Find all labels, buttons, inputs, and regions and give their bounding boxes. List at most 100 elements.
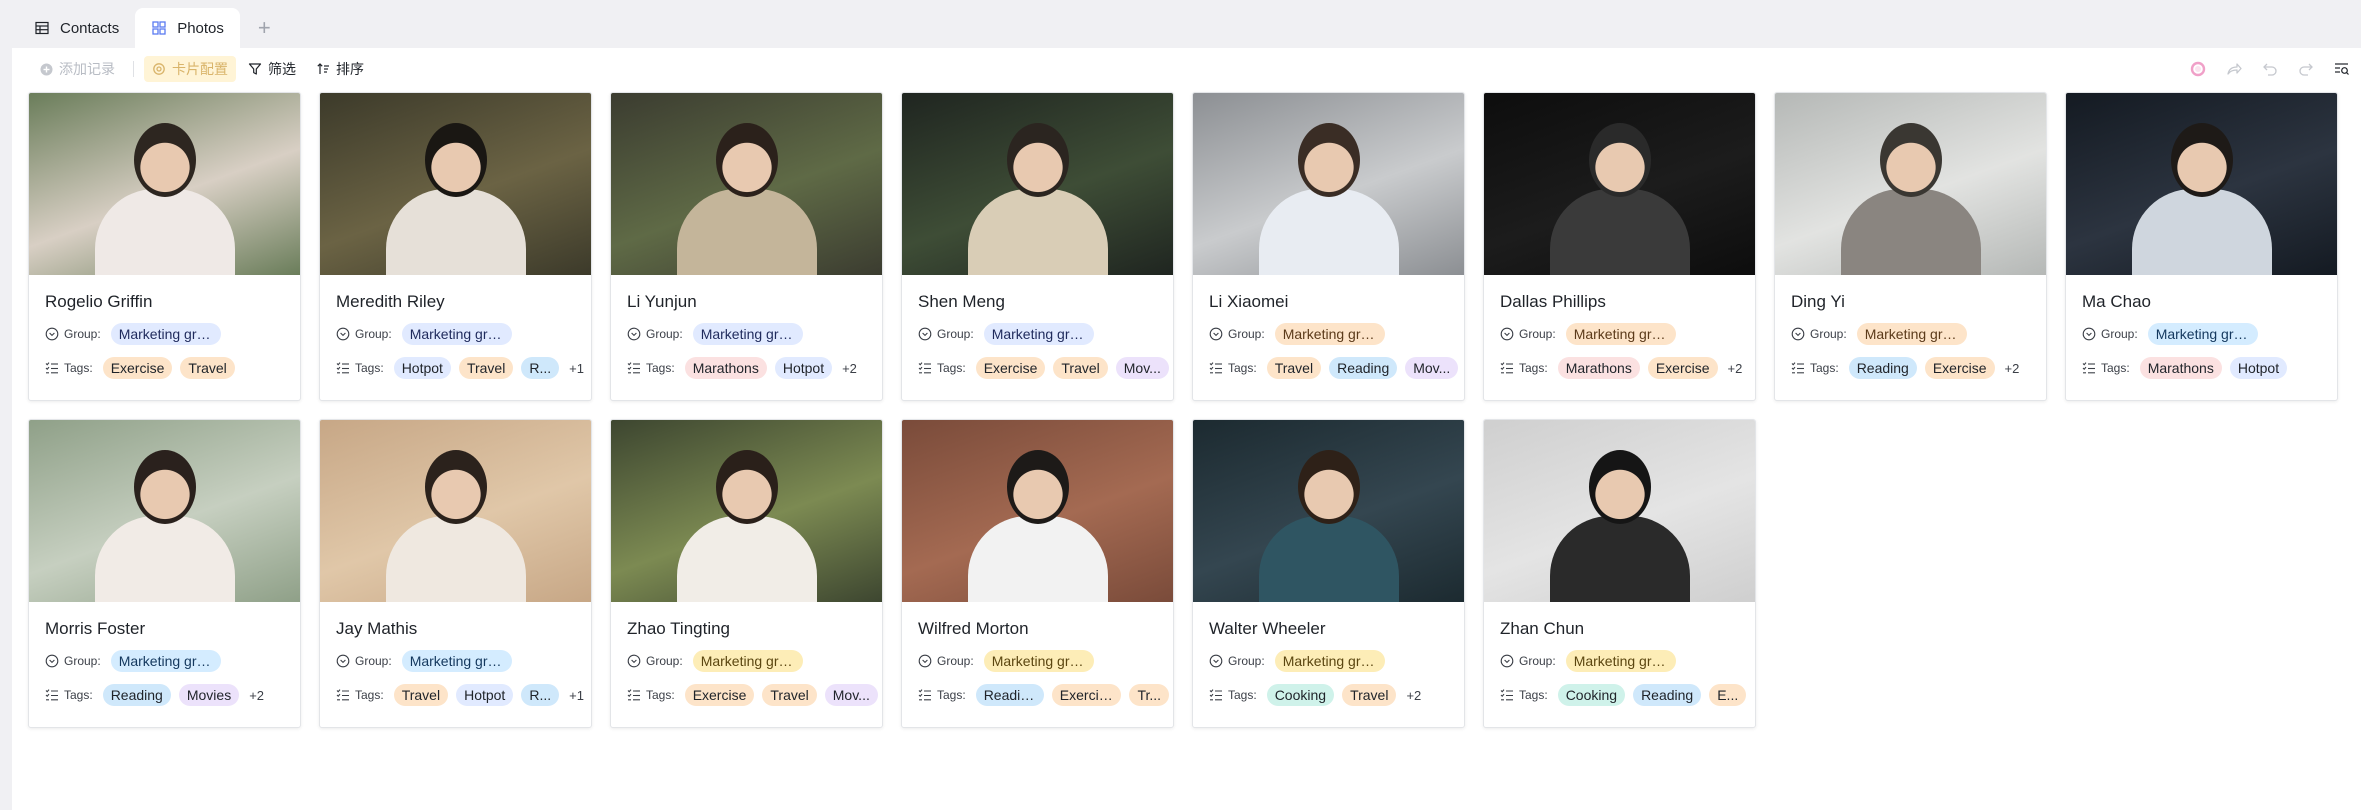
record-card[interactable]: Ma Chao Group: Marketing group 3 Tags: M… xyxy=(2065,92,2338,401)
redo-icon[interactable] xyxy=(2297,60,2315,78)
group-pill: Marketing group 4 xyxy=(1565,650,1676,672)
tag-pill: Exercise xyxy=(1924,357,1995,379)
single-select-icon xyxy=(1500,327,1514,341)
tag-pill: Travel xyxy=(1342,684,1397,706)
multi-select-icon xyxy=(1500,688,1514,702)
photo-figure-body xyxy=(676,516,817,602)
single-select-icon xyxy=(45,327,59,341)
group-label-text: Group: xyxy=(937,654,974,668)
photo-figure-body xyxy=(967,189,1108,275)
undo-icon[interactable] xyxy=(2261,60,2279,78)
more-tags-count: +2 xyxy=(1727,360,1743,376)
record-card[interactable]: Jay Mathis Group: Marketing group 3 Tags… xyxy=(319,419,592,728)
photo-figure-head xyxy=(2170,123,2233,197)
group-field: Group: Marketing group 4 xyxy=(611,644,882,678)
tags-field: Tags: Exercise Travel xyxy=(29,351,300,385)
tab-label: Contacts xyxy=(60,19,120,37)
record-card[interactable]: Dallas Phillips Group: Marketing group 2… xyxy=(1483,92,1756,401)
group-field-label: Group: xyxy=(918,654,974,668)
group-field-label: Group: xyxy=(336,327,392,341)
tag-pill: Mov... xyxy=(1115,357,1169,379)
record-card[interactable]: Walter Wheeler Group: Marketing group 4 … xyxy=(1192,419,1465,728)
more-tags-count: +2 xyxy=(842,360,857,376)
group-field: Group: Marketing group 3 xyxy=(29,644,300,678)
search-records-icon[interactable] xyxy=(2333,60,2351,78)
card-name: Walter Wheeler xyxy=(1209,619,1326,638)
multi-select-icon xyxy=(45,361,59,375)
card-photo xyxy=(611,93,882,275)
single-select-icon xyxy=(1791,327,1805,341)
record-card[interactable]: Wilfred Morton Group: Marketing group 4 … xyxy=(901,419,1174,728)
photo-figure-head xyxy=(715,450,778,524)
add-record-button[interactable]: 添加记录 xyxy=(32,56,123,82)
tag-pill: Reading xyxy=(1633,684,1702,706)
filter-icon xyxy=(248,62,262,76)
group-field-label: Group: xyxy=(1209,654,1265,668)
collaborators-icon[interactable] xyxy=(2189,60,2207,78)
group-field-label: Group: xyxy=(627,654,683,668)
single-select-icon xyxy=(627,327,641,341)
group-pill: Marketing group 1 xyxy=(983,323,1094,345)
tags-label-text: Tags: xyxy=(937,688,966,702)
card-photo xyxy=(320,93,591,275)
tab-contacts[interactable]: Contacts xyxy=(18,8,135,48)
group-pill: Marketing group 3 xyxy=(401,650,512,672)
photo-figure-head xyxy=(1006,123,1069,197)
filter-button[interactable]: 筛选 xyxy=(240,56,304,82)
more-tags-count: +2 xyxy=(249,687,265,703)
multi-select-icon xyxy=(1209,688,1223,702)
tags-label-text: Tags: xyxy=(646,361,675,375)
card-photo xyxy=(29,93,300,275)
add-view-button[interactable]: + xyxy=(240,8,289,48)
card-config-button[interactable]: 卡片配置 xyxy=(144,56,236,82)
view-tabbar: Contacts Photos + xyxy=(0,0,2361,48)
record-card[interactable]: Li Xiaomei Group: Marketing group 2 Tags… xyxy=(1192,92,1465,401)
tag-pill: Marathons xyxy=(684,357,767,379)
group-field-label: Group: xyxy=(2082,327,2138,341)
photo-figure-head xyxy=(1879,123,1942,197)
record-card[interactable]: Li Yunjun Group: Marketing group 1 Tags:… xyxy=(610,92,883,401)
tag-pill: Mov... xyxy=(1405,357,1459,379)
group-label-text: Group: xyxy=(1228,654,1265,668)
tab-photos[interactable]: Photos xyxy=(135,8,240,48)
group-field-label: Group: xyxy=(45,327,101,341)
share-icon[interactable] xyxy=(2225,60,2243,78)
tag-pill: Travel xyxy=(1053,357,1108,379)
tags-field-label: Tags: xyxy=(336,361,384,375)
card-name: Meredith Riley xyxy=(336,292,445,311)
record-card[interactable]: Meredith Riley Group: Marketing group 1 … xyxy=(319,92,592,401)
tags-field: Tags: Hotpot Travel R... +1 xyxy=(320,351,591,385)
card-name: Li Yunjun xyxy=(627,292,697,311)
group-label-text: Group: xyxy=(1810,327,1847,341)
record-card[interactable]: Zhan Chun Group: Marketing group 4 Tags:… xyxy=(1483,419,1756,728)
record-card[interactable]: Zhao Tingting Group: Marketing group 4 T… xyxy=(610,419,883,728)
multi-select-icon xyxy=(918,361,932,375)
tag-pill: Reading xyxy=(975,684,1044,706)
photo-figure-body xyxy=(94,516,235,602)
record-card[interactable]: Morris Foster Group: Marketing group 3 T… xyxy=(28,419,301,728)
photo-figure-head xyxy=(1588,123,1651,197)
group-field: Group: Marketing group 1 xyxy=(320,317,591,351)
tags-label-text: Tags: xyxy=(64,688,93,702)
card-photo xyxy=(902,93,1173,275)
tags-field-label: Tags: xyxy=(918,688,966,702)
record-card[interactable]: Rogelio Griffin Group: Marketing group 1… xyxy=(28,92,301,401)
more-tags-count: +1 xyxy=(569,360,584,376)
group-pill: Marketing group 3 xyxy=(2147,323,2258,345)
tags-label-text: Tags: xyxy=(355,361,384,375)
card-photo xyxy=(320,420,591,602)
group-label-text: Group: xyxy=(646,654,683,668)
record-card[interactable]: Shen Meng Group: Marketing group 1 Tags:… xyxy=(901,92,1174,401)
photo-figure-body xyxy=(1258,189,1399,275)
card-name: Dallas Phillips xyxy=(1500,292,1606,311)
record-card[interactable]: Ding Yi Group: Marketing group 2 Tags: R… xyxy=(1774,92,2047,401)
group-field-label: Group: xyxy=(918,327,974,341)
card-name: Rogelio Griffin xyxy=(45,292,153,311)
tags-field-label: Tags: xyxy=(336,688,384,702)
gear-icon xyxy=(152,62,166,76)
sort-button[interactable]: 排序 xyxy=(308,56,372,82)
group-pill: Marketing group 4 xyxy=(983,650,1094,672)
add-record-label: 添加记录 xyxy=(59,61,115,77)
tags-field-label: Tags: xyxy=(45,688,93,702)
tags-label-text: Tags: xyxy=(1228,361,1257,375)
